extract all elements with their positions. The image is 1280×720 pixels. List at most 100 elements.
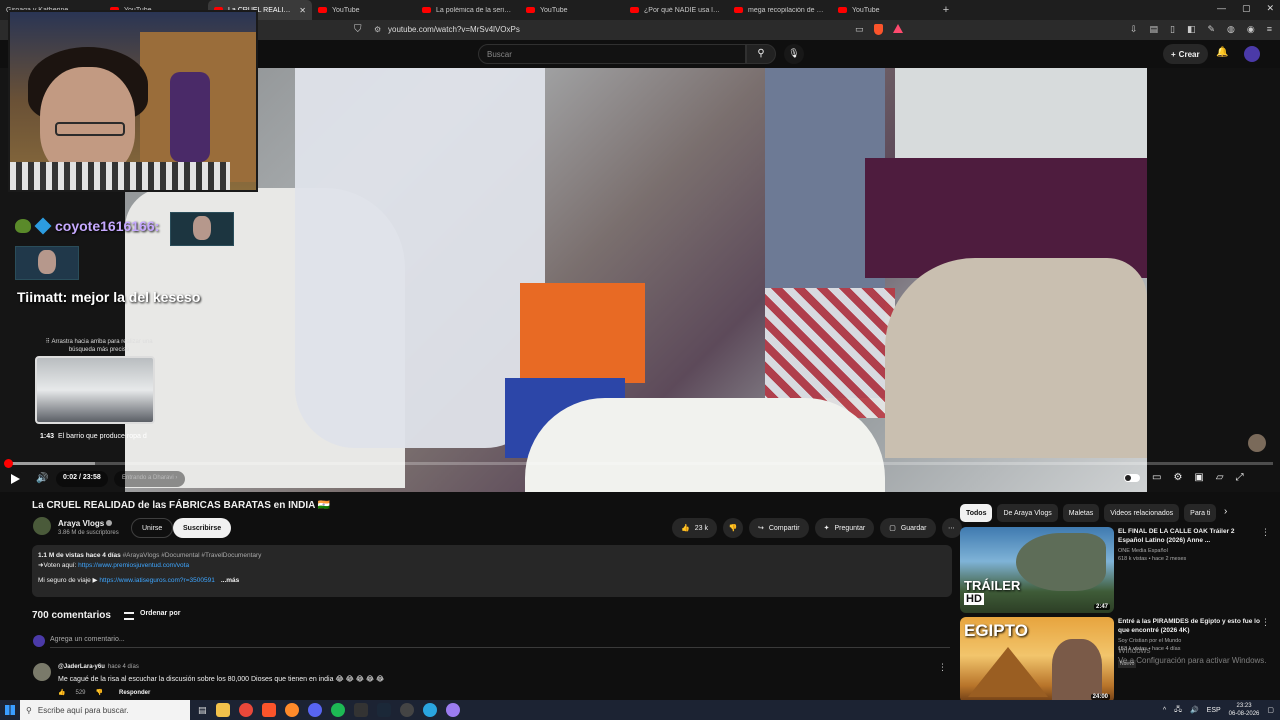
sort-icon[interactable] (124, 612, 134, 620)
taskbar-search[interactable]: ⚲ Escribe aquí para buscar. (20, 700, 190, 720)
network-icon[interactable]: 🖧 (1174, 705, 1182, 716)
app-icon[interactable] (422, 703, 437, 717)
chip-for-you[interactable]: Para ti (1184, 504, 1217, 522)
close-window-icon[interactable]: ✕ (1266, 3, 1274, 14)
autoplay-toggle[interactable] (1124, 473, 1140, 482)
recommendation-item[interactable]: TRÁILER HD 2:47 EL FINAL DE LA CALLE OAK… (960, 527, 1270, 613)
url-field[interactable]: youtube.com/watch?v=MrSv4lVOxPs (388, 25, 520, 34)
firefox-icon[interactable] (284, 703, 299, 717)
comment-more-icon[interactable]: ⋮ (938, 662, 947, 673)
more-actions-button[interactable]: ⋯ (941, 518, 962, 538)
rewards-icon[interactable] (892, 24, 903, 33)
start-button[interactable] (0, 700, 20, 720)
more-icon[interactable]: ⋮ (1261, 527, 1270, 538)
channel-avatar[interactable] (33, 517, 51, 535)
save-button[interactable]: ▢ Guardar (880, 518, 936, 538)
notifications-bell-icon[interactable]: 🔔 (1216, 47, 1228, 58)
video-frame[interactable] (125, 68, 1147, 492)
recommendation-title[interactable]: EL FINAL DE LA CALLE OAK Tráiler 2 Españ… (1118, 527, 1260, 545)
recommendation-thumbnail[interactable]: TRÁILER HD 2:47 (960, 527, 1114, 613)
chrome-icon[interactable] (238, 703, 253, 717)
create-button[interactable]: + Crear (1163, 44, 1208, 64)
reply-button[interactable]: Responder (119, 690, 150, 696)
browser-tab[interactable]: YouTube (832, 0, 936, 20)
cast-icon[interactable]: ▭ (855, 24, 864, 35)
brave-icon[interactable] (261, 703, 276, 717)
chip-luggage[interactable]: Maletas (1062, 504, 1100, 522)
new-tab-button[interactable]: + (936, 4, 956, 16)
wallet-icon[interactable]: ▤ (1149, 24, 1158, 35)
recommendation-thumbnail[interactable]: EGIPTO 24:00 (960, 617, 1114, 703)
chip-from-channel[interactable]: De Araya Vlogs (997, 504, 1058, 522)
minimize-icon[interactable]: — (1217, 3, 1226, 14)
chip-all[interactable]: Todos (960, 504, 993, 522)
bookmark-icon[interactable]: ⛉ (354, 24, 362, 35)
comment-like-icon[interactable]: 👍 (58, 689, 65, 696)
comment-author[interactable]: @JaderLara-y6u hace 4 días (58, 664, 139, 670)
cast-icon[interactable]: ▱ (1216, 472, 1224, 483)
site-info-icon[interactable]: ⚙ (374, 25, 381, 34)
edit-icon[interactable]: ✎ (1207, 24, 1215, 35)
description-tags[interactable]: #ArayaVlogs #Documental #TravelDocumenta… (123, 552, 262, 559)
insurance-link[interactable]: https://www.iatiseguros.com?r=3500591 (99, 577, 214, 584)
chip-related[interactable]: Videos relacionados (1104, 504, 1180, 522)
settings-gear-icon[interactable]: ⚙ (1173, 472, 1182, 483)
app-icon[interactable] (445, 703, 460, 717)
join-button[interactable]: Unirse (131, 518, 174, 538)
close-tab-icon[interactable]: ✕ (299, 6, 306, 15)
maximize-icon[interactable]: ▢ (1242, 3, 1251, 14)
channel-name[interactable]: Araya Vlogs (58, 519, 113, 528)
task-view-icon[interactable]: ▤ (198, 705, 207, 716)
spotify-icon[interactable] (330, 703, 345, 717)
miniplayer-icon[interactable]: ▣ (1194, 472, 1203, 483)
tray-overflow-icon[interactable]: ^ (1163, 707, 1166, 714)
voice-search-button[interactable]: 🎙 (784, 44, 804, 64)
browser-tab[interactable]: YouTube (520, 0, 624, 20)
recommendation-title[interactable]: Entré a las PIRAMIDES de Egipto y esto f… (1118, 617, 1260, 635)
browser-tab[interactable]: YouTube (312, 0, 416, 20)
extensions-icon[interactable]: ◧ (1187, 24, 1196, 35)
play-icon[interactable] (11, 474, 20, 484)
volume-icon[interactable]: 🔊 (1190, 706, 1199, 714)
recommendation-channel[interactable]: Soy Cristian por el Mundo (1118, 638, 1260, 644)
add-comment-input[interactable]: Agrega un comentario... (50, 636, 950, 648)
video-description[interactable]: 1.1 M de vistas hace 4 días #ArayaVlogs … (32, 545, 952, 597)
like-button[interactable]: 👍 23 k (672, 518, 717, 538)
comment-author-avatar[interactable] (33, 663, 51, 681)
progress-bar[interactable] (4, 459, 1273, 468)
obs-icon[interactable] (399, 703, 414, 717)
progress-scrubber[interactable] (4, 459, 13, 468)
browser-tab[interactable]: mega recopilación de captura (728, 0, 832, 20)
steam-icon[interactable] (376, 703, 391, 717)
menu-icon[interactable]: ≡ (1267, 24, 1272, 35)
clock[interactable]: 23:23 06-08-2026 (1229, 702, 1260, 718)
vpn-icon[interactable]: ◍ (1227, 24, 1235, 35)
brave-shield-icon[interactable] (873, 24, 883, 35)
file-explorer-icon[interactable] (215, 703, 230, 717)
profile-icon[interactable]: ◉ (1247, 24, 1255, 35)
browser-tab[interactable]: La polémica de la serie IA de (416, 0, 520, 20)
recommendation-channel[interactable]: ONE Media Español (1118, 548, 1260, 554)
notifications-icon[interactable]: ▢ (1267, 706, 1274, 714)
browser-tab[interactable]: ¿Por qué NADIE usa los CONG (624, 0, 728, 20)
subscribe-button[interactable]: Suscribirse (173, 518, 232, 538)
vote-link[interactable]: https://www.premiosjuventud.com/vota (78, 562, 189, 569)
search-input[interactable]: Buscar (478, 44, 746, 64)
dislike-button[interactable]: 👎 (722, 518, 743, 538)
chapter-button[interactable]: Entrando a Dharavi › (114, 471, 186, 487)
show-more-button[interactable]: ...más (221, 577, 239, 584)
share-button[interactable]: ↪ Compartir (748, 518, 809, 538)
user-avatar[interactable] (1244, 46, 1260, 62)
sort-button[interactable]: Ordenar por (140, 610, 180, 617)
more-icon[interactable]: ⋮ (1261, 617, 1270, 628)
search-button[interactable]: ⚲ (746, 44, 776, 64)
ask-button[interactable]: ✦ Preguntar (814, 518, 875, 538)
capcut-icon[interactable] (353, 703, 368, 717)
discord-icon[interactable] (307, 703, 322, 717)
volume-icon[interactable]: 🔊 (36, 473, 48, 484)
comment-dislike-icon[interactable]: 👎 (96, 689, 103, 696)
download-icon[interactable]: ⇩ (1130, 24, 1138, 35)
language-indicator[interactable]: ESP (1207, 707, 1221, 714)
chevron-right-icon[interactable]: › (1224, 506, 1227, 517)
fullscreen-icon[interactable]: ⤢ (1236, 472, 1244, 483)
